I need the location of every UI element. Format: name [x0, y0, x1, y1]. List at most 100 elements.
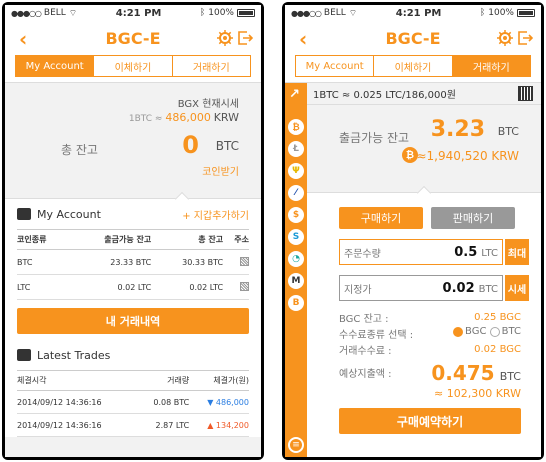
phone-right: ●●●○○ BELL ⌔ 4:21 PM ᛒ 100% ‹ BGC-E My Acco…	[282, 2, 544, 460]
bgc-balance-value: 0.25 BGC	[474, 311, 521, 323]
trade-panel: 1BTC ≈ 0.025 LTC/186,000원 출금가능 잔고 3.23 B…	[307, 83, 541, 457]
qr-code-icon[interactable]	[240, 281, 249, 291]
rate-prefix: 1BTC ≈	[128, 114, 163, 124]
col-address: 주소	[223, 229, 249, 250]
col-total: 총 잔고	[151, 229, 224, 250]
coin-icon[interactable]: $	[288, 207, 304, 223]
trades-title: Latest Trades	[37, 348, 111, 362]
trades-table: 체결시각 거래량 체결가(원) 2014/09/12 14:36:16 0.08…	[17, 370, 249, 437]
coin-icon[interactable]: Ψ	[288, 163, 304, 179]
col-available: 출금가능 잔고	[68, 229, 152, 250]
col-coin-type: 코인종류	[17, 229, 69, 250]
coin-icon[interactable]: ⁄	[288, 185, 304, 201]
sell-tab[interactable]: 판매하기	[431, 207, 515, 229]
expected-value: 0.475	[431, 361, 495, 385]
available-balance-panel: 출금가능 잔고 3.23 BTC ₿ ≈1,940,520 KRW	[307, 105, 541, 201]
fee-option-bgc[interactable]: BGC	[453, 326, 486, 337]
qr-code-icon[interactable]	[240, 256, 249, 266]
tab-trade[interactable]: 거래하기	[172, 55, 251, 77]
available-balance: 23.33 BTC	[68, 249, 152, 275]
trade-amount: 2.87 LTC	[137, 413, 190, 437]
back-icon[interactable]: ‹	[19, 27, 27, 51]
market-price-button[interactable]: 시세	[505, 275, 529, 301]
reserve-buy-button[interactable]: 구매예약하기	[339, 408, 521, 434]
table-row[interactable]: BTC 23.33 BTC 30.33 BTC	[17, 249, 249, 275]
quantity-field[interactable]: 주문수량 0.5 LTC	[339, 239, 503, 265]
qr-code-icon[interactable]	[518, 86, 533, 101]
segment-tabs: My Account 이체하기 거래하기	[5, 55, 261, 83]
status-bar: ●●●○○ BELL ⌔ 4:21 PM ᛒ 100%	[285, 5, 541, 21]
buy-tab[interactable]: 구매하기	[339, 207, 423, 229]
fee-type-label: 수수료종류 선택 :	[339, 329, 414, 341]
trade-price: 486,000	[215, 397, 249, 407]
btc-rate: 1BTC ≈ 486,000 KRW	[129, 111, 239, 124]
my-history-button[interactable]: 내 거래내역	[17, 308, 249, 334]
battery-percent: 100%	[488, 8, 514, 18]
table-row: 2014/09/12 14:36:16 0.08 BTC ▼ 486,000	[17, 390, 249, 414]
coin-icon[interactable]: S	[288, 229, 304, 245]
available-value: 3.23	[430, 117, 485, 142]
expand-arrow-icon[interactable]: ↗	[289, 87, 300, 102]
down-arrow-icon: ▼	[207, 397, 214, 407]
quantity-value: 0.5	[454, 244, 478, 260]
table-row[interactable]: LTC 0.02 LTC 0.02 LTC	[17, 274, 249, 300]
nav-bar: ‹ BGC-E	[285, 21, 541, 55]
battery-icon	[516, 9, 535, 17]
add-coin-icon[interactable]: ≡	[288, 437, 304, 453]
fee-label: 거래수수료 :	[339, 345, 392, 357]
account-title: My Account	[37, 207, 101, 221]
bluetooth-icon: ᛒ	[199, 8, 206, 18]
available-krw: ≈1,940,520 KRW	[416, 149, 519, 163]
tab-my-account[interactable]: My Account	[295, 55, 375, 77]
radio-checked-icon	[453, 326, 464, 337]
max-button[interactable]: 최대	[505, 239, 529, 265]
coin-icon[interactable]: ₿	[288, 119, 304, 135]
quantity-label: 주문수량	[344, 248, 381, 260]
receive-coin-link[interactable]: 코인받기	[202, 163, 239, 178]
chart-icon	[17, 349, 31, 361]
tab-my-account[interactable]: My Account	[15, 55, 95, 77]
expected-spend: 예상지출액 : 0.475 BTC	[307, 357, 541, 385]
account-header: My Account + 지갑추가하기	[17, 199, 249, 229]
col-price: 체결가(원)	[189, 370, 249, 391]
clock: 4:21 PM	[395, 7, 442, 19]
trades-header: Latest Trades	[17, 340, 249, 370]
fee-value: 0.02 BGC	[474, 343, 521, 355]
limit-price-unit: BTC	[478, 283, 498, 295]
available-unit: BTC	[497, 125, 519, 138]
fee-option-btc[interactable]: BTC	[489, 326, 521, 337]
wifi-icon: ⌔	[348, 8, 358, 19]
price-row: 지정가 0.02 BTC 시세	[307, 275, 541, 301]
phone-left: ●●●○○ BELL ⌔ 4:21 PM ᛒ 100% ‹ BGC-E My Acco…	[2, 2, 264, 460]
back-icon[interactable]: ‹	[299, 27, 307, 51]
price-summary: BGX 현재시세 1BTC ≈ 486,000 KRW 총 잔고 0 BTC 코…	[5, 83, 261, 207]
col-amount: 거래량	[137, 370, 190, 391]
gear-icon[interactable]	[217, 30, 233, 46]
total-balance: 0.02 LTC	[151, 274, 224, 300]
signal-icon: ●●●○○	[11, 8, 42, 18]
page-title: BGC-E	[105, 28, 161, 48]
rate-value: 486,000	[165, 111, 211, 124]
logout-icon[interactable]	[517, 30, 533, 46]
coin-sidebar: ↗ ₿ Ł Ψ ⁄ $ S ◔ M B ≡	[285, 83, 307, 457]
logout-icon[interactable]	[237, 30, 253, 46]
limit-price-field[interactable]: 지정가 0.02 BTC	[339, 275, 503, 301]
trade-amount: 0.08 BTC	[137, 390, 190, 414]
gear-icon[interactable]	[497, 30, 513, 46]
fee-option-bgc-label: BGC	[465, 326, 487, 338]
page-title: BGC-E	[385, 28, 441, 48]
trade-price: 134,200	[215, 420, 249, 430]
carrier-label: BELL	[43, 8, 66, 18]
coin-icon[interactable]: ◔	[288, 251, 304, 267]
coin-icon[interactable]: M	[288, 273, 304, 289]
coin-icon[interactable]: Ł	[288, 141, 304, 157]
quantity-unit: LTC	[481, 247, 498, 259]
tab-trade[interactable]: 거래하기	[452, 55, 531, 77]
add-wallet-button[interactable]: + 지갑추가하기	[182, 207, 249, 222]
tab-transfer[interactable]: 이체하기	[94, 55, 173, 77]
exchange-rate: 1BTC ≈ 0.025 LTC/186,000원	[313, 90, 456, 101]
trade-time: 2014/09/12 14:36:16	[17, 413, 138, 437]
coin-icon[interactable]: B	[288, 295, 304, 311]
available-balance: 0.02 LTC	[68, 274, 152, 300]
tab-transfer[interactable]: 이체하기	[374, 55, 453, 77]
